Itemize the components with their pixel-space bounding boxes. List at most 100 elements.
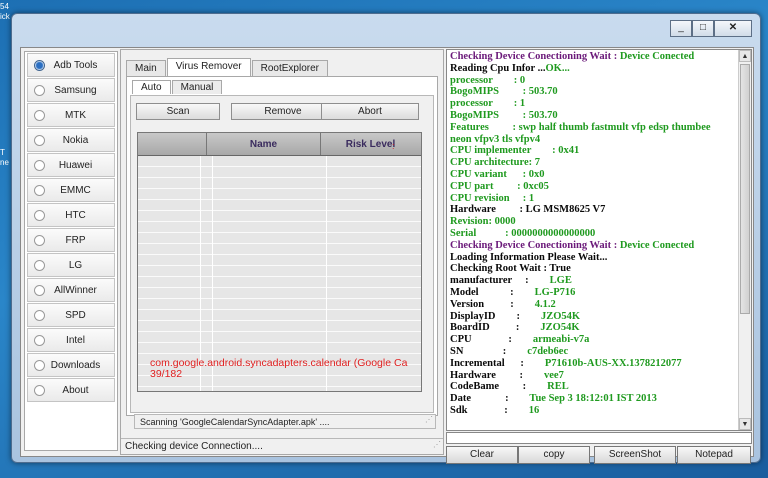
sidebar-item-mtk[interactable]: MTK (27, 103, 115, 127)
log-value: Device Conected (619, 239, 695, 251)
log-key: Hardware : (450, 204, 526, 216)
log-key: BoardID : (450, 322, 541, 334)
sidebar-item-label: EMMC (60, 184, 91, 196)
radio-icon[interactable] (34, 284, 45, 296)
radio-icon[interactable] (34, 384, 45, 396)
radio-icon[interactable] (34, 109, 45, 121)
sidebar-item-frp[interactable]: FRP (27, 228, 115, 252)
radio-icon[interactable] (34, 59, 45, 71)
notepad-button[interactable]: Notepad (677, 446, 751, 464)
remove-button[interactable]: Remove (231, 103, 335, 120)
log-key: Checking Device Conectioning Wait : (450, 239, 620, 251)
screenshot-button[interactable]: ScreenShot (594, 446, 676, 464)
status-bar: Checking device Connection.... ⋰ (121, 438, 443, 454)
log-line: CPU architecture: 7 (450, 157, 737, 169)
grid-column-divider (200, 156, 201, 391)
log-value: REL (547, 381, 569, 393)
log-key: Checking Device Conectioning Wait : (450, 51, 620, 62)
log-line: processor : 0 (450, 75, 737, 87)
sidebar-item-lg[interactable]: LG (27, 253, 115, 277)
sidebar-item-downloads[interactable]: Downloads (27, 353, 115, 377)
sidebar-item-samsung[interactable]: Samsung (27, 78, 115, 102)
log-key: Hardware : (450, 369, 545, 381)
scroll-thumb[interactable] (740, 64, 750, 314)
log-line: Checking Device Conectioning Wait : Devi… (450, 51, 737, 63)
sidebar-item-nokia[interactable]: Nokia (27, 128, 115, 152)
sidebar-item-allwinner[interactable]: AllWinner (27, 278, 115, 302)
scan-button[interactable]: Scan (136, 103, 220, 120)
sidebar-item-huawei[interactable]: Huawei (27, 153, 115, 177)
log-key: Checking Root Wait : (450, 263, 550, 275)
log-value: 4.1.2 (534, 298, 556, 310)
log-value: OK... (545, 62, 570, 74)
abort-button[interactable]: Abort (321, 103, 419, 120)
tab-panel: Auto Manual Scan Remove Abort Name Risk … (126, 76, 438, 429)
maximize-button[interactable]: □ (692, 20, 714, 37)
scan-status-bar: Scanning 'GoogleCalendarSyncAdapter.apk'… (134, 414, 436, 429)
radio-icon[interactable] (34, 209, 45, 221)
log-key: CPU revision : (450, 192, 529, 204)
tab-virus-remover[interactable]: Virus Remover (166, 58, 251, 77)
grid-column-divider (326, 156, 327, 391)
log-line: Hardware : vee7 (450, 370, 737, 382)
close-button[interactable]: ✕ (714, 20, 752, 37)
log-value: P71610b-AUS-XX.1378212077 (544, 357, 682, 369)
log-key: Model : (450, 286, 535, 298)
log-scrollbar[interactable]: ▲ ▼ (738, 50, 751, 430)
scroll-up-icon[interactable]: ▲ (739, 50, 751, 62)
log-key: CPU implementer : (450, 145, 559, 157)
radio-icon[interactable] (34, 259, 45, 271)
grid-header-name[interactable]: Name (207, 133, 321, 155)
sidebar-item-htc[interactable]: HTC (27, 203, 115, 227)
copy-button[interactable]: copy (518, 446, 590, 464)
sidebar-item-about[interactable]: About (27, 378, 115, 402)
radio-icon[interactable] (34, 359, 45, 371)
log-value: Tue Sep 3 18:12:01 IST 2013 (529, 393, 657, 405)
minimize-button[interactable]: _ (670, 20, 692, 37)
radio-icon[interactable] (34, 234, 45, 246)
log-value: c7deb6ec (527, 345, 569, 357)
log-key: DisplayID : (450, 310, 542, 322)
tab-main[interactable]: Main (126, 60, 166, 77)
progress-bar (446, 432, 752, 444)
main-tabs: Main Virus Remover RootExplorer (126, 58, 329, 77)
sidebar-item-emmc[interactable]: EMMC (27, 178, 115, 202)
tab-manual[interactable]: Manual (171, 80, 223, 94)
radio-icon[interactable] (34, 184, 45, 196)
log-value: vee7 (544, 369, 564, 381)
log-value: armeabi-v7a (532, 334, 590, 346)
desktop-icon-label: T (0, 148, 5, 157)
grid-header-risk-level[interactable]: Risk Level (321, 133, 420, 155)
radio-icon[interactable] (34, 309, 45, 321)
tab-auto[interactable]: Auto (132, 80, 171, 94)
tab-root-explorer[interactable]: RootExplorer (251, 60, 328, 77)
log-key: Incremental : (450, 357, 545, 369)
log-line: CPU variant : 0x0 (450, 169, 737, 181)
radio-icon[interactable] (34, 134, 45, 146)
radio-icon[interactable] (34, 84, 45, 96)
log-value: 0xc05 (523, 180, 549, 192)
sidebar-item-label: Samsung (54, 84, 97, 96)
log-text: Checking Device Conectioning Wait : Devi… (447, 50, 737, 430)
radio-icon[interactable] (34, 159, 45, 171)
auto-panel: Scan Remove Abort Name Risk Level : com.… (130, 95, 436, 429)
log-value: 0x41 (558, 145, 580, 157)
sidebar-item-label: AllWinner (54, 284, 97, 296)
log-key: Features : (450, 121, 519, 133)
sidebar-item-adb-tools[interactable]: Adb Tools (27, 53, 115, 77)
clear-button[interactable]: Clear (446, 446, 518, 464)
sidebar-item-label: MTK (64, 109, 87, 121)
app-window: _ □ ✕ Adb Tools Samsung MTK Nokia Huawei EMMC… (11, 13, 761, 464)
log-key: Reading Cpu Infor ... (450, 62, 546, 74)
scroll-down-icon[interactable]: ▼ (739, 418, 751, 430)
results-grid[interactable]: Name Risk Level : com.google.android.syn… (137, 132, 422, 392)
sidebar-item-spd[interactable]: SPD (27, 303, 115, 327)
desktop-icon-label: 54 (0, 2, 9, 11)
log-line: Checking Root Wait : True (450, 263, 737, 275)
sidebar-item-intel[interactable]: Intel (27, 328, 115, 352)
device-log[interactable]: Checking Device Conectioning Wait : Devi… (446, 49, 752, 431)
scan-detail-line1: com.google.android.syncadapters.calendar… (150, 358, 408, 369)
log-value: True (549, 263, 571, 275)
log-key: CPU : (450, 334, 533, 346)
radio-icon[interactable] (34, 334, 45, 346)
